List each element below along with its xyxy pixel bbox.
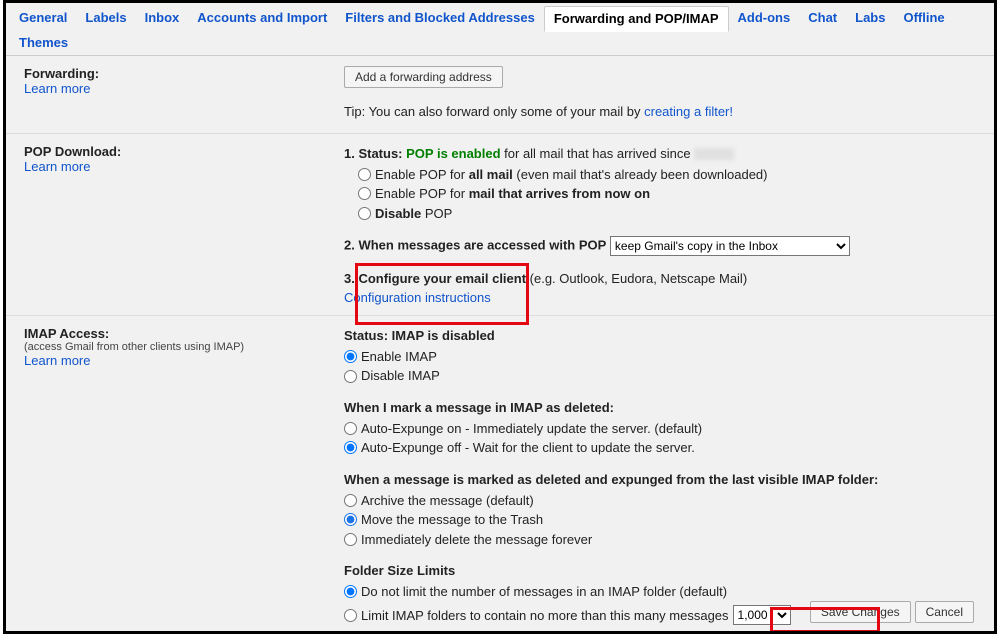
tab-general[interactable]: General <box>10 6 76 31</box>
imap-radio-delete[interactable] <box>344 533 357 546</box>
cancel-button[interactable]: Cancel <box>915 601 974 623</box>
imap-enable-label: Enable IMAP <box>361 347 437 367</box>
forwarding-learn-more[interactable]: Learn more <box>24 81 90 96</box>
tab-labs[interactable]: Labs <box>846 6 894 31</box>
pop-heading: POP Download: <box>24 144 344 159</box>
tab-themes[interactable]: Themes <box>10 31 77 55</box>
section-forwarding: Forwarding: Learn more Add a forwarding … <box>6 56 994 134</box>
settings-tabs: General Labels Inbox Accounts and Import… <box>6 3 994 56</box>
imap-archive-label: Archive the message (default) <box>361 491 534 511</box>
pop-opt-now: Enable POP for mail that arrives from no… <box>375 184 650 204</box>
imap-expunge-heading: When a message is marked as deleted and … <box>344 471 976 490</box>
imap-folder-heading: Folder Size Limits <box>344 562 976 581</box>
imap-heading: IMAP Access: <box>24 326 344 341</box>
settings-page: General Labels Inbox Accounts and Import… <box>3 0 997 634</box>
create-filter-link[interactable]: creating a filter! <box>644 104 733 119</box>
tab-forwarding[interactable]: Forwarding and POP/IMAP <box>544 6 729 32</box>
pop-radio-disable[interactable] <box>358 207 371 220</box>
forwarding-tip-text: Tip: You can also forward only some of y… <box>344 104 644 119</box>
tab-addons[interactable]: Add-ons <box>729 6 800 31</box>
pop-keep-select[interactable]: keep Gmail's copy in the Inbox <box>610 236 850 256</box>
imap-radio-limit[interactable] <box>344 609 357 622</box>
tab-offline[interactable]: Offline <box>894 6 953 31</box>
imap-radio-trash[interactable] <box>344 513 357 526</box>
pop-status-line: 1. Status: POP is enabled for all mail t… <box>344 145 976 164</box>
imap-radio-disable[interactable] <box>344 370 357 383</box>
add-forwarding-button[interactable]: Add a forwarding address <box>344 66 503 88</box>
imap-delete-heading: When I mark a message in IMAP as deleted… <box>344 399 976 418</box>
pop-step3-examples: (e.g. Outlook, Eudora, Netscape Mail) <box>526 271 747 286</box>
tab-chat[interactable]: Chat <box>799 6 846 31</box>
pop-opt-disable: Disable POP <box>375 204 452 224</box>
imap-radio-archive[interactable] <box>344 494 357 507</box>
pop-step3-line: 3. Configure your email client (e.g. Out… <box>344 270 976 289</box>
pop-status-date-redacted <box>694 148 734 160</box>
imap-learn-more[interactable]: Learn more <box>24 353 90 368</box>
pop-status-suffix: for all mail that has arrived since <box>501 146 695 161</box>
tab-inbox[interactable]: Inbox <box>136 6 189 31</box>
imap-radio-expunge-off[interactable] <box>344 441 357 454</box>
imap-radio-enable[interactable] <box>344 350 357 363</box>
tab-filters[interactable]: Filters and Blocked Addresses <box>336 6 544 31</box>
imap-radio-nolimit[interactable] <box>344 585 357 598</box>
save-changes-button[interactable]: Save Changes <box>810 601 911 623</box>
imap-delete-label: Immediately delete the message forever <box>361 530 592 550</box>
pop-step3-prefix: 3. Configure your email client <box>344 271 526 286</box>
footer-actions: Save Changes Cancel <box>810 601 974 623</box>
pop-step2: 2. When messages are accessed with POP <box>344 238 606 253</box>
pop-opt-all: Enable POP for all mail (even mail that'… <box>375 165 768 185</box>
pop-config-link[interactable]: Configuration instructions <box>344 290 491 305</box>
imap-radio-expunge-on[interactable] <box>344 422 357 435</box>
pop-status-prefix: 1. Status: <box>344 146 406 161</box>
imap-status-value: IMAP is disabled <box>392 328 495 343</box>
imap-disable-label: Disable IMAP <box>361 366 440 386</box>
imap-expunge-on-label: Auto-Expunge on - Immediately update the… <box>361 419 702 439</box>
pop-radio-now[interactable] <box>358 187 371 200</box>
pop-radio-all[interactable] <box>358 168 371 181</box>
imap-limit-label: Limit IMAP folders to contain no more th… <box>361 606 729 626</box>
forwarding-heading: Forwarding: <box>24 66 344 81</box>
imap-status-prefix: Status: <box>344 328 392 343</box>
pop-learn-more[interactable]: Learn more <box>24 159 90 174</box>
section-pop: POP Download: Learn more 1. Status: POP … <box>6 134 994 316</box>
tab-accounts[interactable]: Accounts and Import <box>188 6 336 31</box>
section-imap: IMAP Access: (access Gmail from other cl… <box>6 316 994 634</box>
tab-labels[interactable]: Labels <box>76 6 135 31</box>
imap-trash-label: Move the message to the Trash <box>361 510 543 530</box>
imap-sub: (access Gmail from other clients using I… <box>24 341 344 353</box>
imap-nolimit-label: Do not limit the number of messages in a… <box>361 582 727 602</box>
imap-limit-select[interactable]: 1,000 <box>733 605 791 625</box>
forwarding-tip: Tip: You can also forward only some of y… <box>344 103 976 122</box>
imap-status-line: Status: IMAP is disabled <box>344 327 976 346</box>
imap-expunge-off-label: Auto-Expunge off - Wait for the client t… <box>361 438 695 458</box>
pop-status-value: POP is enabled <box>406 146 500 161</box>
